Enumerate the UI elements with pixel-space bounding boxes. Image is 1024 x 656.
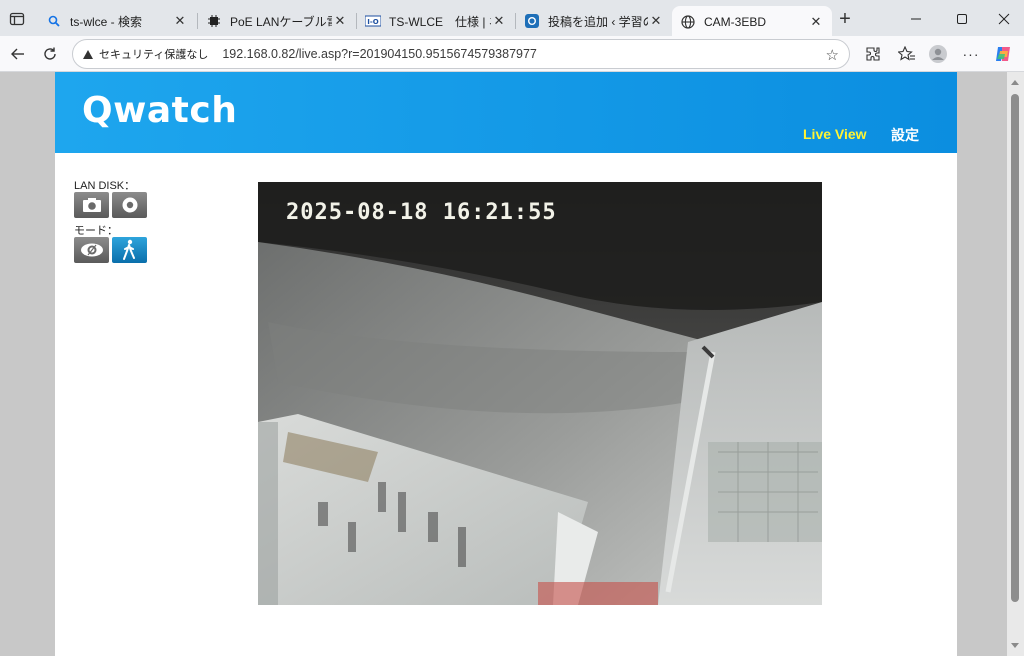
iodata-icon: I-O <box>365 13 381 29</box>
record-icon <box>122 197 137 213</box>
back-icon[interactable] <box>6 42 30 66</box>
copilot-icon[interactable] <box>992 43 1014 65</box>
security-warning[interactable]: セキュリティ保護なし <box>83 46 208 62</box>
lan-disk-buttons <box>74 192 194 218</box>
mode-buttons <box>74 237 194 263</box>
view-mode-button[interactable] <box>74 237 109 263</box>
tab-title: CAM-3EBD <box>704 15 767 29</box>
qwatch-logo: Qwatch <box>82 90 238 131</box>
search-icon <box>46 13 62 29</box>
mode-label: モード： <box>74 225 118 237</box>
vertical-scrollbar[interactable] <box>1007 72 1024 656</box>
warning-icon <box>83 49 93 59</box>
tab-wordpress[interactable]: 投稿を追加 ‹ 学習の補助 ✕ <box>516 6 672 36</box>
camera-image <box>258 182 822 605</box>
favorites-icon[interactable] <box>896 43 918 65</box>
extensions-icon[interactable] <box>862 43 884 65</box>
close-icon[interactable]: ✕ <box>491 13 507 29</box>
scroll-up-icon[interactable] <box>1011 80 1019 85</box>
close-icon[interactable]: ✕ <box>648 13 664 29</box>
more-options-icon[interactable]: ··· <box>960 43 982 65</box>
maximize-icon[interactable] <box>950 8 974 30</box>
motion-mode-button[interactable] <box>112 237 147 263</box>
wordpress-icon <box>524 13 540 29</box>
minimize-icon[interactable] <box>904 8 928 30</box>
close-icon[interactable]: ✕ <box>172 13 188 29</box>
profile-avatar-icon[interactable] <box>927 43 949 65</box>
new-tab-button[interactable]: + <box>834 9 856 31</box>
browser-toolbar: セキュリティ保護なし 192.168.0.82/live.asp?r=20190… <box>0 36 1024 72</box>
close-window-icon[interactable] <box>992 8 1016 30</box>
tab-title: ts-wlce - 検索 <box>70 14 143 29</box>
record-button[interactable] <box>112 192 147 218</box>
page-header: Qwatch Live View 設定 <box>55 72 957 153</box>
video-timestamp: 2025-08-18 16:21:55 <box>286 200 557 225</box>
live-video-feed[interactable]: 2025-08-18 16:21:55 <box>258 182 822 605</box>
nav-settings[interactable]: 設定 <box>891 125 919 145</box>
security-label: セキュリティ保護なし <box>99 49 209 61</box>
tab-search[interactable]: ts-wlce - 検索 ✕ <box>38 6 196 36</box>
qwatch-page: Qwatch Live View 設定 LAN DISK： モード： 2025-… <box>55 72 957 656</box>
eye-icon <box>80 243 103 257</box>
snapshot-button[interactable] <box>74 192 109 218</box>
control-sidebar: LAN DISK： モード： <box>74 177 194 267</box>
nav-live-view[interactable]: Live View <box>803 126 867 142</box>
svg-text:I-O: I-O <box>367 18 379 26</box>
globe-icon <box>680 14 696 30</box>
tab-title: 投稿を追加 ‹ 学習の補助 <box>548 14 648 29</box>
chip-icon <box>206 13 222 29</box>
scroll-down-icon[interactable] <box>1011 643 1019 648</box>
tab-strip: ts-wlce - 検索 ✕ PoE LANケーブル電源供 ✕ I-O TS-W… <box>0 0 1024 38</box>
tab-cam-3ebd[interactable]: CAM-3EBD ✕ <box>672 6 832 38</box>
tab-ts-wlce[interactable]: I-O TS-WLCE 仕様 | ネット ✕ <box>357 6 515 36</box>
close-icon[interactable]: ✕ <box>332 13 348 29</box>
tab-title: PoE LANケーブル電源供 <box>230 14 332 29</box>
tab-title: TS-WLCE 仕様 | ネット <box>389 14 491 29</box>
scrollbar-thumb[interactable] <box>1011 94 1019 602</box>
address-bar[interactable]: セキュリティ保護なし 192.168.0.82/live.asp?r=20190… <box>72 39 850 69</box>
close-icon[interactable]: ✕ <box>808 14 824 30</box>
walking-person-icon <box>122 239 135 260</box>
tab-actions-icon[interactable] <box>6 8 28 30</box>
url-text[interactable]: 192.168.0.82/live.asp?r=201904150.951567… <box>222 47 537 61</box>
lan-disk-label: LAN DISK： <box>74 180 136 192</box>
reload-icon[interactable] <box>38 42 62 66</box>
page-viewport: Qwatch Live View 設定 LAN DISK： モード： 2025-… <box>0 72 1024 656</box>
favorite-star-icon[interactable]: ☆ <box>826 46 839 64</box>
camera-icon <box>82 198 101 212</box>
tab-poe[interactable]: PoE LANケーブル電源供 ✕ <box>198 6 356 36</box>
